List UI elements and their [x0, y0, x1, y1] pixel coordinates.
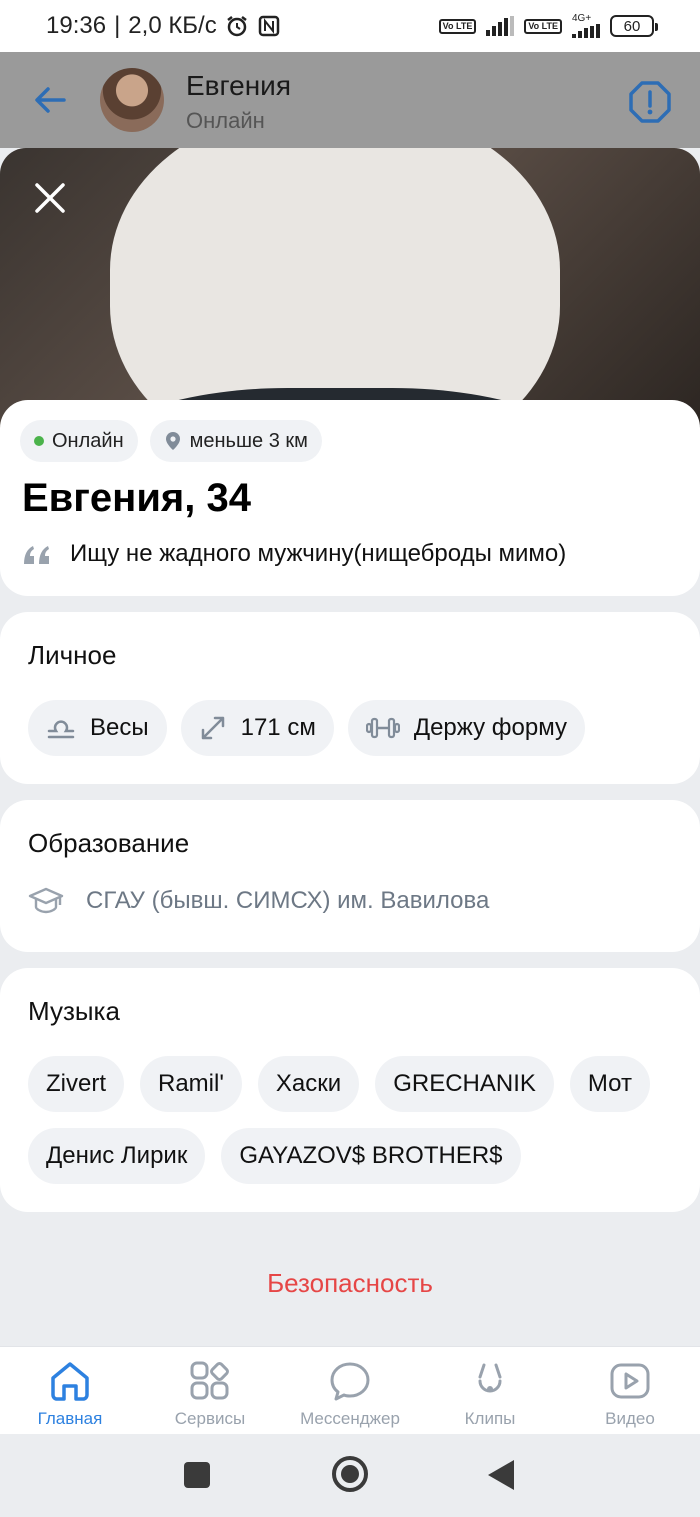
- profile-photo[interactable]: [0, 148, 700, 438]
- music-tag[interactable]: GRECHANIK: [375, 1056, 554, 1112]
- profile-info-card: Онлайн меньше 3 км Евгения, 34 Ищу не жа…: [0, 400, 700, 596]
- music-tag[interactable]: Денис Лирик: [28, 1128, 206, 1184]
- education-card: Образование СГАУ (бывш. СИМСХ) им. Вавил…: [0, 800, 700, 952]
- status-separator: |: [114, 12, 121, 39]
- height-tag[interactable]: 171 см: [180, 700, 334, 756]
- nav-label: Главная: [37, 1409, 103, 1428]
- status-time: 19:36: [46, 12, 107, 39]
- close-icon[interactable]: [32, 180, 68, 216]
- graduation-cap-icon: [28, 887, 64, 914]
- expand-arrows-icon: [201, 716, 224, 740]
- back-arrow-icon[interactable]: [30, 80, 70, 120]
- battery-level: 60: [623, 17, 641, 35]
- status-bar: 19:36 | 2,0 КБ/с Vo LTE Vo LTE 4G+ 60: [0, 0, 700, 52]
- online-dot-icon: [34, 436, 44, 446]
- music-tag[interactable]: GAYAZOV$ BROTHER$: [221, 1128, 521, 1184]
- safety-link[interactable]: Безопасность: [0, 1268, 700, 1299]
- distance-chip-label: меньше 3 км: [189, 429, 308, 452]
- music-tag[interactable]: Хаски: [257, 1056, 360, 1112]
- quote-icon: [24, 546, 49, 564]
- personal-title: Личное: [28, 640, 117, 670]
- alarm-icon: [226, 16, 247, 37]
- network-type: 4G+: [572, 13, 592, 24]
- signal-icon: [572, 24, 600, 38]
- nav-item-clips[interactable]: Клипы: [420, 1347, 560, 1434]
- libra-icon: [47, 720, 75, 739]
- personal-card: Личное Весы 171 см Держу форму: [0, 612, 700, 784]
- chat-header: Евгения Онлайн: [0, 52, 700, 148]
- distance-chip: меньше 3 км: [149, 420, 322, 462]
- education-title: Образование: [28, 828, 190, 858]
- zodiac-tag[interactable]: Весы: [28, 700, 167, 756]
- nav-label: Клипы: [464, 1409, 516, 1428]
- dumbbell-icon: [365, 717, 400, 739]
- chat-bubble-icon: [330, 1362, 370, 1401]
- status-left: 19:36 | 2,0 КБ/с: [46, 12, 281, 40]
- music-card: Музыка Zivert Ramil' Хаски GRECHANIK Мот…: [0, 968, 700, 1212]
- name-age: Евгения, 34: [22, 476, 251, 520]
- nav-label: Видео: [605, 1409, 655, 1428]
- battery-icon: 60: [610, 15, 658, 37]
- home-icon: [51, 1362, 89, 1401]
- bio-row: Ищу не жадного мужчину(нищеброды мимо): [22, 540, 566, 568]
- music-tag[interactable]: Ramil': [140, 1056, 242, 1112]
- online-chip: Онлайн: [20, 420, 138, 462]
- info-chips: Онлайн меньше 3 км: [20, 420, 322, 462]
- zodiac-label: Весы: [90, 714, 149, 741]
- nav-item-video[interactable]: Видео: [560, 1347, 700, 1434]
- header-name[interactable]: Евгения: [186, 70, 291, 102]
- bottom-nav: Главная Сервисы Мессенджер Клипы Видео: [0, 1346, 700, 1434]
- fitness-tag[interactable]: Держу форму: [347, 700, 585, 756]
- avatar[interactable]: [100, 68, 164, 132]
- nfc-icon: [258, 15, 279, 37]
- status-right: Vo LTE Vo LTE 4G+ 60: [438, 14, 658, 38]
- back-triangle-icon[interactable]: [488, 1460, 514, 1490]
- bio-text: Ищу не жадного мужчину(нищеброды мимо): [70, 540, 567, 567]
- header-status: Онлайн: [186, 108, 265, 133]
- volte-icon: Vo LTE: [524, 18, 562, 34]
- nav-label: Мессенджер: [300, 1409, 400, 1428]
- personal-tags: Весы 171 см Держу форму: [28, 700, 585, 756]
- network-indicator: 4G+: [572, 14, 600, 38]
- music-tag[interactable]: Мот: [569, 1056, 650, 1112]
- nav-item-home[interactable]: Главная: [0, 1347, 140, 1434]
- location-pin-icon: [165, 432, 180, 450]
- volte-icon: Vo LTE: [438, 18, 477, 34]
- music-title: Музыка: [28, 996, 120, 1026]
- signal-icon: [486, 16, 515, 36]
- nav-label: Сервисы: [174, 1409, 246, 1428]
- online-chip-label: Онлайн: [52, 429, 124, 452]
- video-icon: [610, 1363, 650, 1399]
- home-button-icon[interactable]: [332, 1456, 368, 1492]
- status-speed: 2,0 КБ/с: [128, 12, 217, 39]
- nav-item-messenger[interactable]: Мессенджер: [280, 1347, 420, 1434]
- clips-icon: [478, 1363, 502, 1393]
- education-school: СГАУ (бывш. СИМСХ) им. Вавилова: [86, 887, 490, 914]
- report-icon[interactable]: [628, 80, 672, 124]
- fitness-label: Держу форму: [413, 714, 567, 741]
- recent-apps-icon[interactable]: [184, 1462, 210, 1488]
- music-tags: Zivert Ramil' Хаски GRECHANIK Мот Денис …: [28, 1056, 688, 1184]
- height-label: 171 см: [240, 714, 316, 741]
- nav-item-services[interactable]: Сервисы: [140, 1347, 280, 1434]
- services-grid-icon: [190, 1361, 229, 1400]
- education-row[interactable]: СГАУ (бывш. СИМСХ) им. Вавилова: [28, 886, 489, 916]
- system-nav-bar: [0, 1434, 700, 1517]
- music-tag[interactable]: Zivert: [28, 1056, 124, 1112]
